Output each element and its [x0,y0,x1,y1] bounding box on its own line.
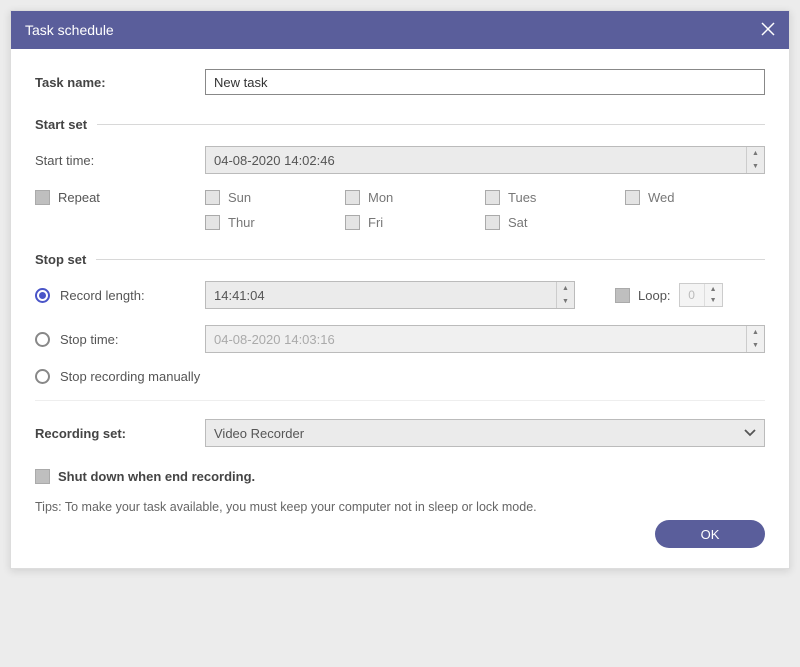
day-thur[interactable]: Thur [205,215,345,230]
tips-text: Tips: To make your task available, you m… [35,500,765,514]
footer: OK [35,514,765,550]
close-icon[interactable] [761,21,775,39]
chevron-up-icon[interactable]: ▲ [747,147,764,160]
chevron-down-icon[interactable]: ▼ [557,295,574,308]
task-name-row: Task name: [35,69,765,95]
repeat-checkbox[interactable] [35,190,50,205]
record-length-radio[interactable] [35,288,50,303]
loop-value: 0 [680,284,704,306]
checkbox-icon [345,190,360,205]
day-label: Sun [228,190,251,205]
start-time-row: Start time: 04-08-2020 14:02:46 ▲ ▼ [35,146,765,174]
stop-time-radio-group: Stop time: [35,332,205,347]
task-name-label: Task name: [35,75,205,90]
start-time-value: 04-08-2020 14:02:46 [206,147,746,173]
repeat-row: Repeat Sun Mon Tues Wed Thur Fri Sat [35,190,765,230]
chevron-down-icon [744,426,756,440]
start-time-spinner-arrows: ▲ ▼ [746,147,764,173]
loop-group: Loop: 0 ▲ ▼ [615,283,723,307]
record-length-value: 14:41:04 [206,282,556,308]
chevron-up-icon[interactable]: ▲ [557,282,574,295]
checkbox-icon [485,190,500,205]
recording-set-select[interactable]: Video Recorder [205,419,765,447]
day-label: Wed [648,190,675,205]
shutdown-row: Shut down when end recording. [35,469,765,484]
chevron-down-icon[interactable]: ▼ [747,339,764,352]
day-label: Fri [368,215,383,230]
chevron-up-icon[interactable]: ▲ [747,326,764,339]
stop-time-value: 04-08-2020 14:03:16 [206,326,746,352]
checkbox-icon [485,215,500,230]
start-time-input[interactable]: 04-08-2020 14:02:46 ▲ ▼ [205,146,765,174]
task-name-input[interactable] [205,69,765,95]
recording-set-row: Recording set: Video Recorder [35,419,765,447]
stop-time-label: Stop time: [60,332,119,347]
day-label: Sat [508,215,528,230]
days-grid: Sun Mon Tues Wed Thur Fri Sat [205,190,765,230]
dialog-content: Task name: Start set Start time: 04-08-2… [11,49,789,568]
recording-set-label: Recording set: [35,426,205,441]
chevron-up-icon[interactable]: ▲ [705,284,722,295]
shutdown-label: Shut down when end recording. [58,469,255,484]
stop-set-heading: Stop set [35,252,765,267]
record-length-label: Record length: [60,288,145,303]
ok-button[interactable]: OK [655,520,765,548]
stop-time-input[interactable]: 04-08-2020 14:03:16 ▲ ▼ [205,325,765,353]
checkbox-icon [345,215,360,230]
stop-manual-label: Stop recording manually [60,369,200,384]
day-wed[interactable]: Wed [625,190,765,205]
record-length-radio-group: Record length: [35,288,205,303]
loop-input[interactable]: 0 ▲ ▼ [679,283,723,307]
loop-checkbox[interactable] [615,288,630,303]
record-length-spinner-arrows: ▲ ▼ [556,282,574,308]
day-tues[interactable]: Tues [485,190,625,205]
day-label: Tues [508,190,536,205]
loop-spinner-arrows: ▲ ▼ [704,284,722,306]
divider [35,400,765,401]
start-time-label: Start time: [35,153,205,168]
stop-set-heading-label: Stop set [35,252,96,267]
chevron-down-icon[interactable]: ▼ [747,160,764,173]
day-fri[interactable]: Fri [345,215,485,230]
stop-time-row: Stop time: 04-08-2020 14:03:16 ▲ ▼ [35,325,765,353]
checkbox-icon [205,190,220,205]
start-set-heading-label: Start set [35,117,97,132]
day-sat[interactable]: Sat [485,215,625,230]
checkbox-icon [625,190,640,205]
day-mon[interactable]: Mon [345,190,485,205]
divider [96,259,765,260]
start-set-heading: Start set [35,117,765,132]
repeat-label-group: Repeat [35,190,205,205]
dialog-title: Task schedule [25,22,114,38]
record-length-row: Record length: 14:41:04 ▲ ▼ Loop: 0 ▲ ▼ [35,281,765,309]
record-length-input[interactable]: 14:41:04 ▲ ▼ [205,281,575,309]
shutdown-checkbox[interactable] [35,469,50,484]
day-sun[interactable]: Sun [205,190,345,205]
task-schedule-dialog: Task schedule Task name: Start set Start… [10,10,790,569]
titlebar: Task schedule [11,11,789,49]
stop-manual-radio[interactable] [35,369,50,384]
day-label: Mon [368,190,393,205]
recording-set-value: Video Recorder [214,426,304,441]
day-label: Thur [228,215,255,230]
stop-manual-radio-group: Stop recording manually [35,369,200,384]
checkbox-icon [205,215,220,230]
repeat-label: Repeat [58,190,100,205]
chevron-down-icon[interactable]: ▼ [705,295,722,306]
stop-manual-row: Stop recording manually [35,369,765,384]
stop-time-spinner-arrows: ▲ ▼ [746,326,764,352]
divider [97,124,765,125]
loop-label: Loop: [638,288,671,303]
stop-time-radio[interactable] [35,332,50,347]
